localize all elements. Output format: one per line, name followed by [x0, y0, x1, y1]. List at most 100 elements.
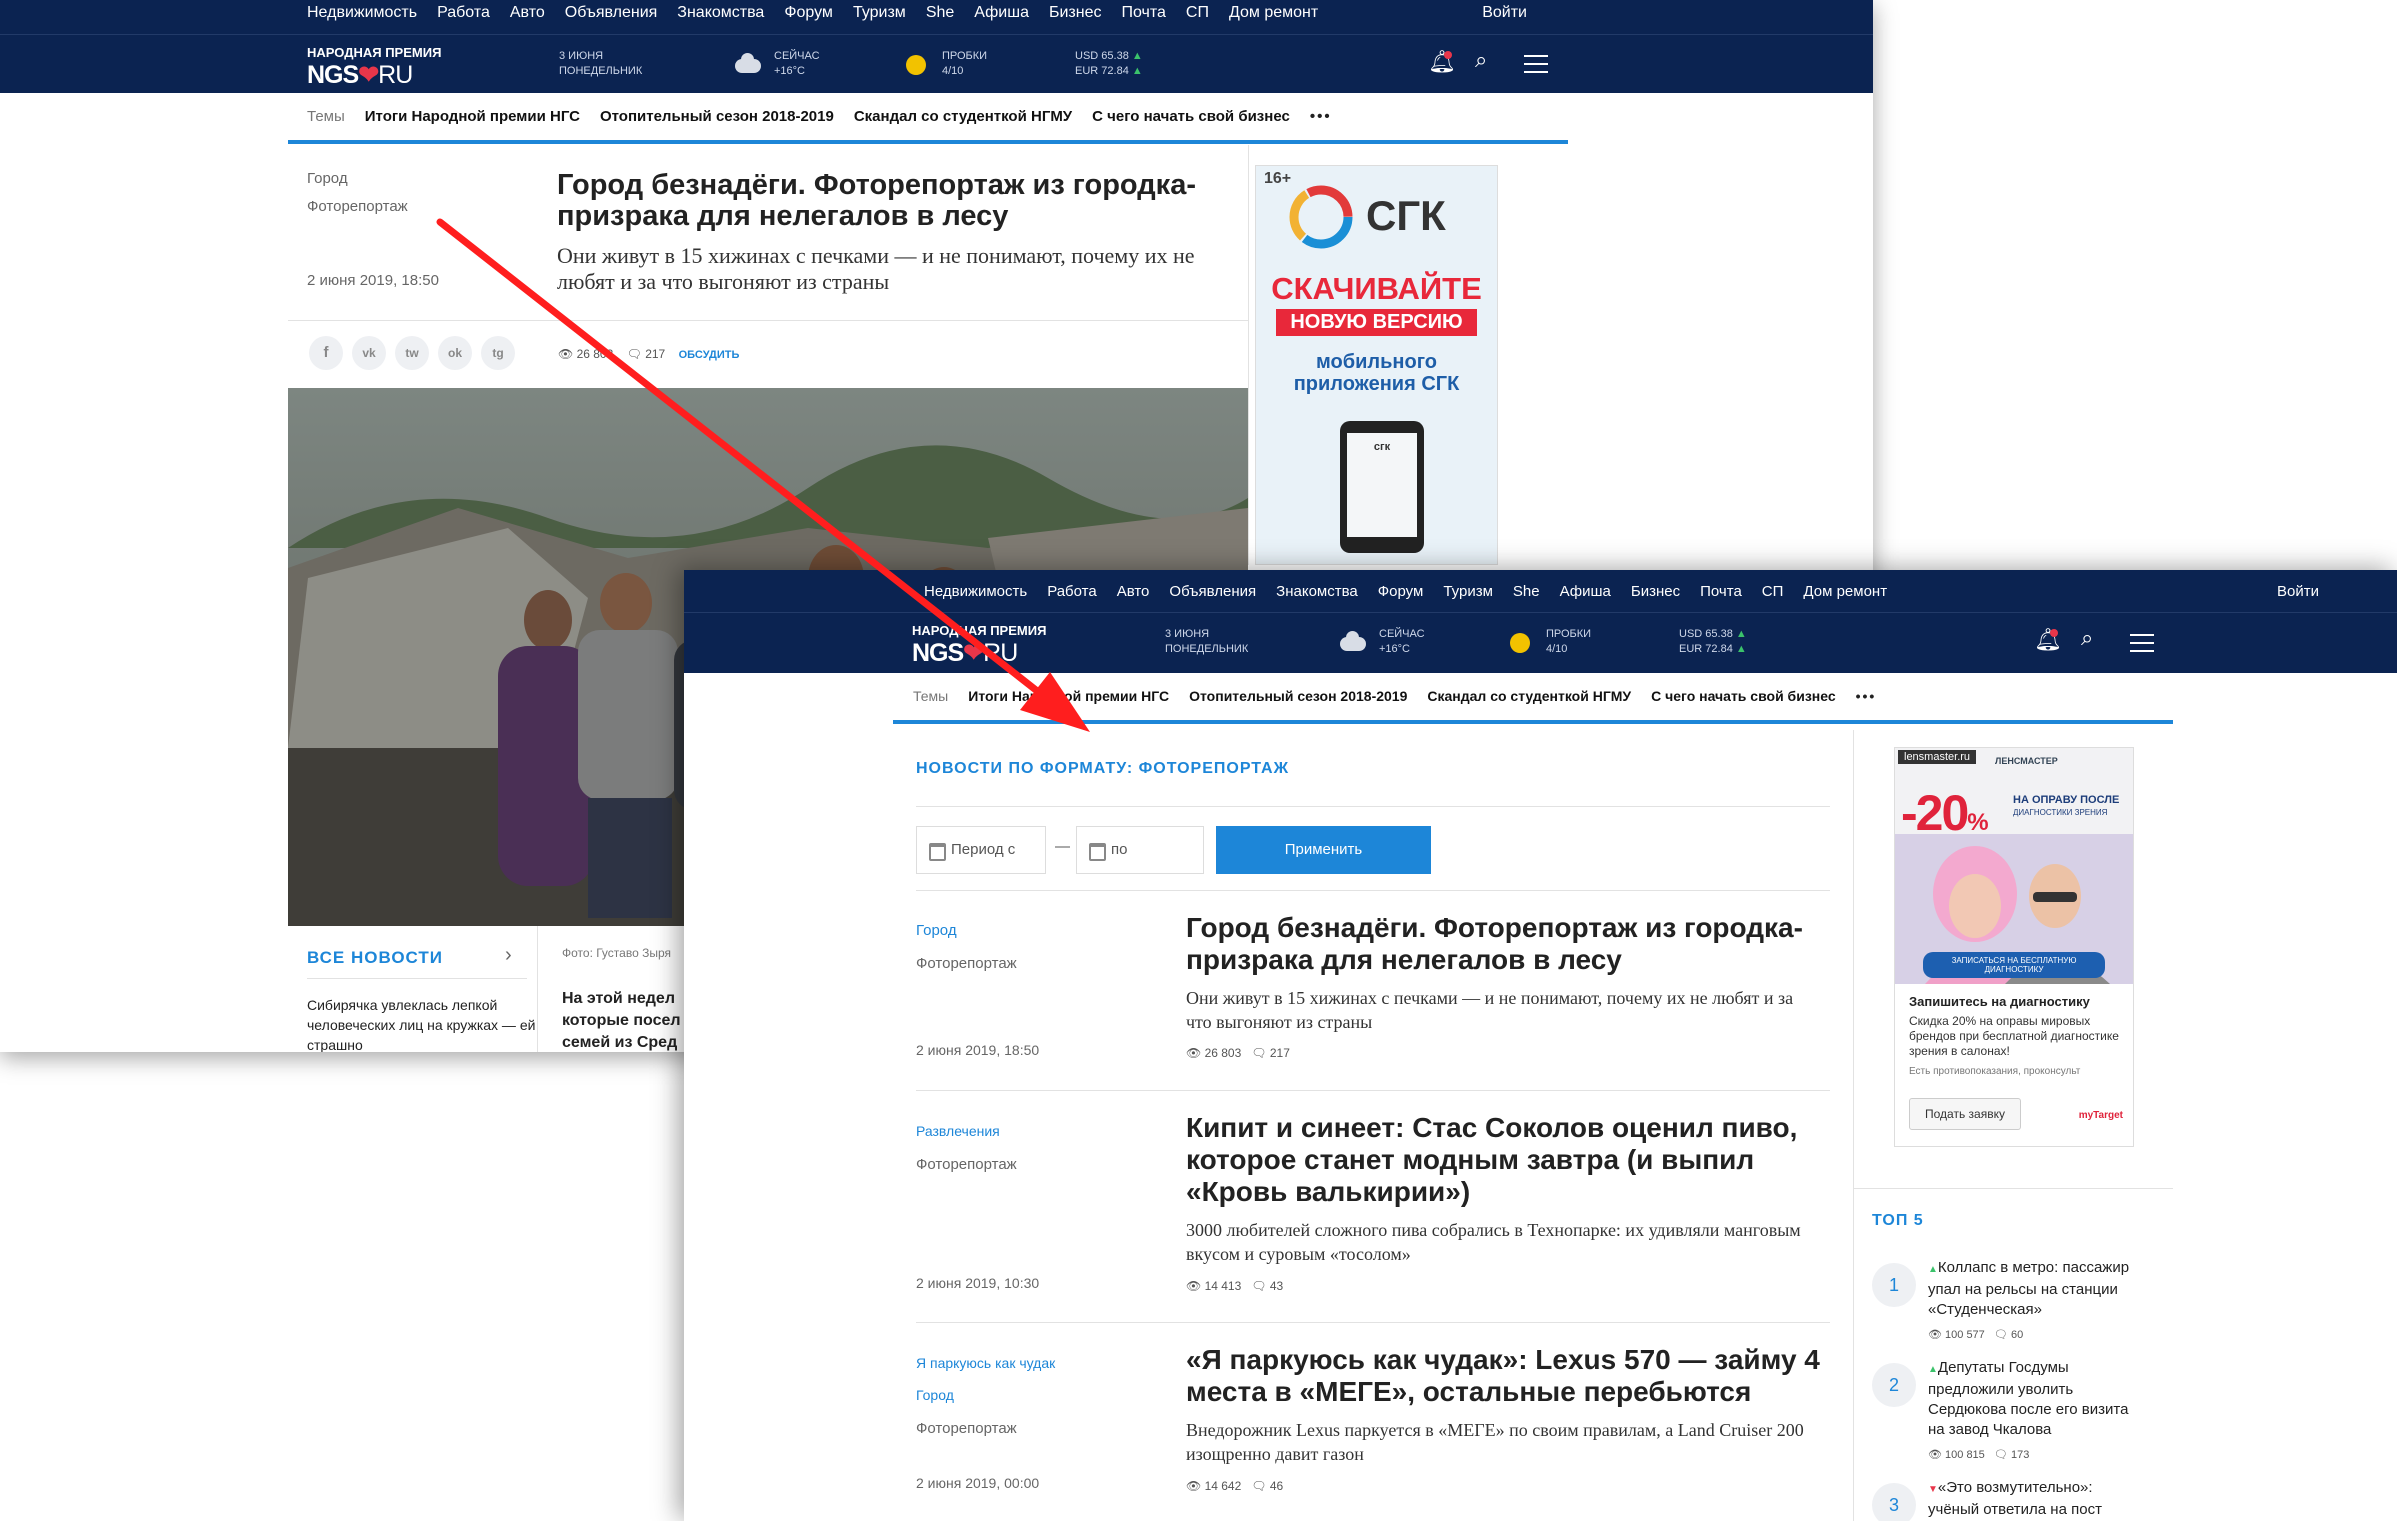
currency-block[interactable]: USD 65.38 ▲ EUR 72.84 ▲ [1075, 49, 1143, 79]
nav-item[interactable]: Форум [784, 4, 833, 22]
nav-item[interactable]: Знакомства [1276, 583, 1358, 600]
topic-link[interactable]: С чего начать свой бизнес [1092, 108, 1290, 125]
ok-share-button[interactable]: ok [438, 336, 472, 370]
article-format[interactable]: Фоторепортаж [916, 955, 1017, 972]
weather-block[interactable]: СЕЙЧАС +16°C [1379, 627, 1425, 657]
topic-link[interactable]: Скандал со студенткой НГМУ [1427, 688, 1631, 704]
topic-link[interactable]: Итоги Народной премии НГС [968, 688, 1169, 704]
nav-item[interactable]: Афиша [974, 4, 1029, 22]
ad-brand: ЛЕНСМАСТЕР [1995, 756, 2058, 766]
nav-item[interactable]: Форум [1378, 583, 1424, 600]
article-date: 2 июня 2019, 18:50 [307, 272, 439, 289]
article-format[interactable]: Фоторепортаж [916, 1156, 1017, 1173]
site-logo[interactable]: НАРОДНАЯ ПРЕМИЯ NGS❤RU [307, 45, 441, 90]
article-format[interactable]: Фоторепортаж [916, 1420, 1017, 1437]
nav-item[interactable]: She [1513, 583, 1540, 600]
date-to-input[interactable]: по [1076, 826, 1204, 874]
divider [916, 806, 1830, 807]
nav-item[interactable]: Афиша [1560, 583, 1611, 600]
comment-icon: 🗨︎ [1251, 1279, 1267, 1293]
telegram-share-button[interactable]: tg [481, 336, 515, 370]
search-icon[interactable]: ⌕ [1475, 47, 1487, 73]
menu-icon[interactable] [2130, 634, 2154, 652]
date-day: 3 ИЮНЯ [1165, 628, 1210, 640]
search-icon[interactable]: ⌕ [2081, 625, 2093, 651]
weather-block[interactable]: СЕЙЧАС +16°C [774, 49, 820, 79]
ad-apply-button[interactable]: Подать заявку [1909, 1098, 2021, 1130]
topic-link[interactable]: Скандал со студенткой НГМУ [854, 108, 1072, 125]
nav-item[interactable]: She [926, 4, 954, 22]
up-arrow-icon: ▲ [1131, 50, 1143, 62]
top5-rank: 2 [1872, 1363, 1916, 1407]
nav-item[interactable]: Бизнес [1049, 4, 1102, 22]
article-category[interactable]: Город [916, 1387, 954, 1403]
nav-item[interactable]: Туризм [853, 4, 906, 22]
date-block: 3 ИЮНЯ ПОНЕДЕЛЬНИК [559, 49, 642, 79]
nav-item[interactable]: СП [1186, 4, 1209, 22]
lensmaster-ad-banner[interactable]: lensmaster.ru ЛЕНСМАСТЕР -20% НА ОПРАВУ … [1894, 747, 2134, 1147]
news-item[interactable]: Сибирячка увлеклась лепкой человеческих … [307, 995, 537, 1052]
article-format[interactable]: Фоторепортаж [307, 198, 408, 215]
site-logo[interactable]: НАРОДНАЯ ПРЕМИЯ NGS❤RU [912, 623, 1046, 668]
nav-item[interactable]: Туризм [1443, 583, 1493, 600]
comment-icon: 🗨︎ [1251, 1046, 1267, 1060]
twitter-share-button[interactable]: tw [395, 336, 429, 370]
nav-item[interactable]: СП [1762, 583, 1784, 600]
chevron-right-icon[interactable]: › [505, 944, 512, 967]
sgk-ad-banner[interactable]: 16+ СГК СКАЧИВАЙТЕ НОВУЮ ВЕРСИЮ мобильно… [1255, 165, 1498, 565]
date-from-input[interactable]: Период с [916, 826, 1046, 874]
top5-item-text: Коллапс в метро: пассажир упал на рельсы… [1928, 1259, 2130, 1318]
discuss-link[interactable]: ОБСУДИТЬ [679, 349, 740, 361]
nav-item[interactable]: Знакомства [677, 4, 764, 22]
eur-rate: EUR 72.84 [1679, 643, 1733, 655]
article-category[interactable]: Город [916, 922, 957, 939]
traffic-block[interactable]: ПРОБКИ 4/10 [1546, 627, 1591, 657]
trend-up-icon: ▲ [1928, 1264, 1938, 1275]
nav-item[interactable]: Дом ремонт [1803, 583, 1887, 600]
login-link[interactable]: Войти [1482, 4, 1527, 22]
top5-item[interactable]: ▲Коллапс в метро: пассажир упал на рельс… [1928, 1258, 2134, 1320]
nav-item[interactable]: Недвижимость [307, 4, 417, 22]
nav-item[interactable]: Недвижимость [924, 583, 1027, 600]
article-title[interactable]: Кипит и синеет: Стас Соколов оценил пиво… [1186, 1112, 1806, 1208]
article-category[interactable]: Я паркуюсь как чудак [916, 1355, 1055, 1371]
login-link[interactable]: Войти [2277, 583, 2319, 600]
article-title[interactable]: «Я паркуюсь как чудак»: Lexus 570 — займ… [1186, 1344, 1826, 1408]
nav-item[interactable]: Авто [1117, 583, 1150, 600]
nav-item[interactable]: Дом ремонт [1229, 4, 1318, 22]
topic-link[interactable]: С чего начать свой бизнес [1651, 688, 1835, 704]
currency-block[interactable]: USD 65.38 ▲ EUR 72.84 ▲ [1679, 627, 1747, 657]
nav-item[interactable]: Почта [1700, 583, 1742, 600]
nav-item[interactable]: Почта [1121, 4, 1165, 22]
topic-link[interactable]: Отопительный сезон 2018-2019 [1189, 688, 1407, 704]
article-category[interactable]: Развлечения [916, 1123, 1000, 1139]
facebook-share-button[interactable]: f [309, 336, 343, 370]
nav-item[interactable]: Авто [510, 4, 545, 22]
article-category[interactable]: Город [307, 170, 348, 187]
traffic-block[interactable]: ПРОБКИ 4/10 [942, 49, 987, 79]
menu-icon[interactable] [1524, 55, 1548, 73]
nav-item[interactable]: Бизнес [1631, 583, 1680, 600]
article-date: 2 июня 2019, 00:00 [916, 1475, 1040, 1491]
top5-item[interactable]: ▲Депутаты Госдумы предложили уволить Сер… [1928, 1358, 2134, 1440]
topic-link[interactable]: Отопительный сезон 2018-2019 [600, 108, 834, 125]
all-news-link[interactable]: ВСЕ НОВОСТИ [307, 948, 443, 968]
nav-item[interactable]: Объявления [1169, 583, 1256, 600]
ad-headline: Запишитесь на диагностику [1909, 994, 2090, 1009]
views-count: 100 577 [1945, 1329, 1985, 1341]
more-topics-button[interactable]: ••• [1310, 108, 1332, 125]
traffic-sun-icon [1510, 633, 1530, 653]
weather-label: СЕЙЧАС [774, 50, 820, 62]
vk-share-button[interactable]: vk [352, 336, 386, 370]
ad-offer-sub: ДИАГНОСТИКИ ЗРЕНИЯ [2013, 808, 2108, 817]
top5-item[interactable]: ▼«Это возмутительно»: учёный ответила на… [1928, 1478, 2134, 1521]
nav-item[interactable]: Работа [1047, 583, 1097, 600]
apply-button[interactable]: Применить [1216, 826, 1431, 874]
topic-link[interactable]: Итоги Народной премии НГС [365, 108, 580, 125]
comments-count: 46 [1269, 1479, 1284, 1493]
article-lead: Внедорожник Lexus паркуется в «МЕГЕ» по … [1186, 1420, 1804, 1464]
nav-item[interactable]: Работа [437, 4, 490, 22]
nav-item[interactable]: Объявления [565, 4, 658, 22]
article-title[interactable]: Город безнадёги. Фоторепортаж из городка… [1186, 912, 1806, 976]
more-topics-button[interactable]: ••• [1856, 688, 1877, 704]
